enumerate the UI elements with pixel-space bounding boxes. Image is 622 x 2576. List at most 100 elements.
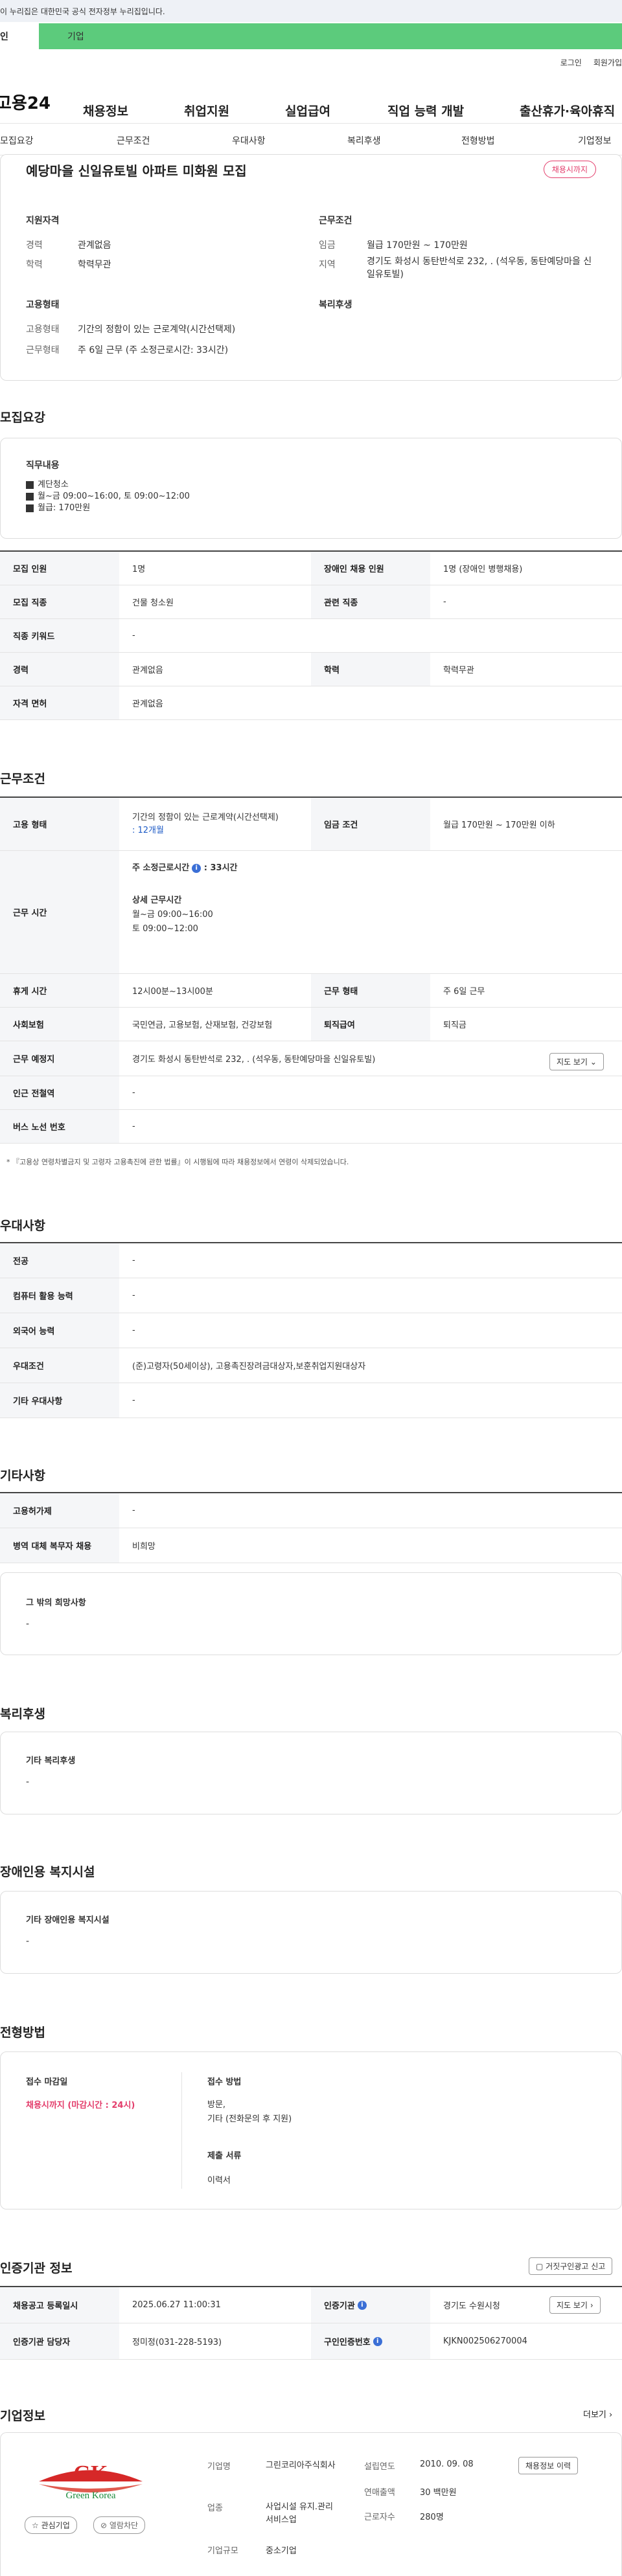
duty-line: 월급: 170만원 [38,503,91,513]
welfare-card [0,1732,622,1814]
gnb-unemployment-benefit[interactable]: 실업급여 [285,102,330,119]
info-icon[interactable]: i [192,863,202,873]
area-value: 경기도 화성시 동탄반석로 232, . (석우동, 동탄예당마을 신일유토빌) [367,256,592,280]
table-cell: 2025.06.27 11:00:31 [132,2300,221,2310]
report-button-label: 거짓구인광고 신고 [546,2262,606,2271]
table-row: 고용허가제 - [0,1493,622,1528]
table-row: 근무 예정지 경기도 화성시 동탄반석로 232, . (석우동, 동탄예당마을 … [0,1041,622,1076]
table-row: 전공 - [0,1243,622,1278]
jobs-history-button[interactable]: 채용정보 이력 [518,2457,579,2474]
wage-key: 임금 [319,240,336,251]
biz-key: 업종 [207,2503,223,2513]
table-cell: 관계없음 [132,699,163,709]
tab-personal[interactable]: 인 [0,23,39,49]
subnav-conditions[interactable]: 근무조건 [117,134,150,147]
chevron-right-icon: › [609,2410,613,2420]
duty-line: 월~금 09:00~16:00, 토 09:00~12:00 [38,491,190,501]
table-cell: - [132,1256,135,1265]
table-header: 근무 시간 [0,851,119,973]
report-button[interactable]: ▢ 거짓구인광고 신고 [529,2257,613,2275]
sales-key: 연매출액 [364,2488,395,2498]
global-nav: 고용24 채용정보 취업지원 실업급여 직업 능력 개발 출산휴가·육아휴직 [0,84,622,119]
wish-card [0,1572,622,1655]
disability-heading: 장애인용 복지시설 [0,1865,95,1879]
table-cell: - [132,1291,135,1300]
service-tabs: 인 기업 [0,23,622,49]
table-header: 고용 형태 [0,798,119,850]
table-cell: 1명 [132,565,146,574]
table-row: 근무 시간 주 소정근로시간 i : 33시간 상세 근무시간 월~금 09:00… [0,851,622,974]
table-row: 자격 면허 관계없음 [0,686,622,720]
table-row: 모집 직종 건물 청소원 관련 직종 - [0,585,622,619]
detail-hours-saturday: 토 09:00~12:00 [132,924,198,934]
table-row: 외국어 능력 - [0,1313,622,1348]
weekly-hours-label: 주 소정근로시간 [132,863,190,873]
wish-label: 그 밖의 희망사항 [26,1598,86,1608]
table-header: 전공 [0,1243,119,1278]
duty-line: 계단청소 [38,480,69,490]
table-cell: (준)고령자(50세이상), 고용촉진장려금대상자,보훈취업지원대상자 [132,1362,366,1372]
career-value: 관계없음 [78,240,111,251]
map-button[interactable]: 지도 보기 ⌄ [549,1053,604,1070]
block-icon: ⊘ [100,2521,108,2530]
block-button[interactable]: ⊘ 열람차단 [93,2516,146,2534]
chevron-right-icon: › [590,2301,593,2310]
table-cell: - [132,1326,135,1335]
star-icon: ☆ [32,2521,39,2530]
interest-button[interactable]: ☆ 관심기업 [25,2516,77,2534]
gnb-skill-development[interactable]: 직업 능력 개발 [387,102,464,119]
table-header: 병역 대체 복무자 채용 [0,1528,119,1563]
bullet-icon [26,492,34,501]
table-cell: 월급 170만원 ~ 170만원 이하 [443,820,555,830]
login-link[interactable]: 로그인 [560,57,582,68]
status-badge: 채용시까지 [543,161,596,178]
deadline-value: 채용시까지 (마감시간 : 24시) [26,2101,135,2110]
disability-card-value: - [26,1936,30,1947]
subnav-screening[interactable]: 전형방법 [461,134,495,147]
site-logo[interactable]: 고용24 [0,90,74,114]
cond-label: 근무조건 [319,216,352,226]
auth-map-button[interactable]: 지도 보기 › [549,2296,601,2314]
table-cell: 관계없음 [132,666,163,675]
hours-value: 주 6일 근무 (주 소정근로시간: 33시간) [78,345,229,356]
recruit-heading: 모집요강 [0,411,45,425]
conditions-table: 고용 형태 기간의 정함이 있는 근로계약(시간선택제): 12개월 임금 조건… [0,797,622,1144]
table-header: 채용공고 등록일시 [0,2287,119,2323]
table-cell: KJKN002506270004 [443,2336,527,2346]
conditions-heading: 근무조건 [0,772,45,786]
info-icon[interactable]: i [357,2300,367,2310]
subnav-company[interactable]: 기업정보 [578,134,612,147]
biz-value: 사업시설 유지.관리 서비스업 [266,2502,333,2525]
gnb-parental-leave[interactable]: 출산휴가·육아휴직 [520,102,615,119]
more-link[interactable]: 더보기 › [583,2408,612,2420]
info-icon[interactable]: i [373,2336,382,2346]
more-link-label: 더보기 [583,2410,606,2420]
subnav-welfare[interactable]: 복리후생 [347,134,381,147]
emp-period: : 12개월 [132,825,164,835]
emp-label: 고용형태 [26,300,60,310]
join-link[interactable]: 회원가입 [593,57,622,68]
subnav-prefer[interactable]: 우대사항 [232,134,266,147]
gnb-employment-support[interactable]: 취업지원 [184,102,229,119]
company-heading: 기업정보 [0,2409,45,2423]
job-title: 예당마을 신일유토빌 아파트 미화원 모집 [26,163,247,179]
method-label: 접수 방법 [207,2077,242,2087]
edu-value: 학력무관 [78,260,111,270]
wish-value: - [26,1619,30,1629]
company-logo-image: GK Green Korea [39,2461,143,2501]
docs-value: 이력서 [207,2176,231,2186]
area-key: 지역 [319,260,336,270]
report-icon: ▢ [536,2262,544,2271]
table-cell: 건물 청소원 [132,598,174,608]
gnb-jobs[interactable]: 채용정보 [83,102,128,119]
table-cell: 1명 (장애인 병행채용) [443,565,523,574]
tab-company[interactable]: 기업 [39,23,622,49]
table-row: 직종 키워드 - [0,619,622,653]
table-row: 인근 전철역 - [0,1076,622,1110]
etc-table: 고용허가제 - 병역 대체 복무자 채용 비희망 [0,1492,622,1563]
bullet-icon [26,504,34,512]
subnav-recruit[interactable]: 모집요강 [0,134,34,147]
detail-hours-label: 상세 근무시간 [132,896,182,905]
table-row: 경력 관계없음 학력 학력무관 [0,653,622,686]
table-row: 사회보험 국민연금, 고용보험, 산재보험, 건강보험 퇴직급여 퇴직금 [0,1008,622,1041]
